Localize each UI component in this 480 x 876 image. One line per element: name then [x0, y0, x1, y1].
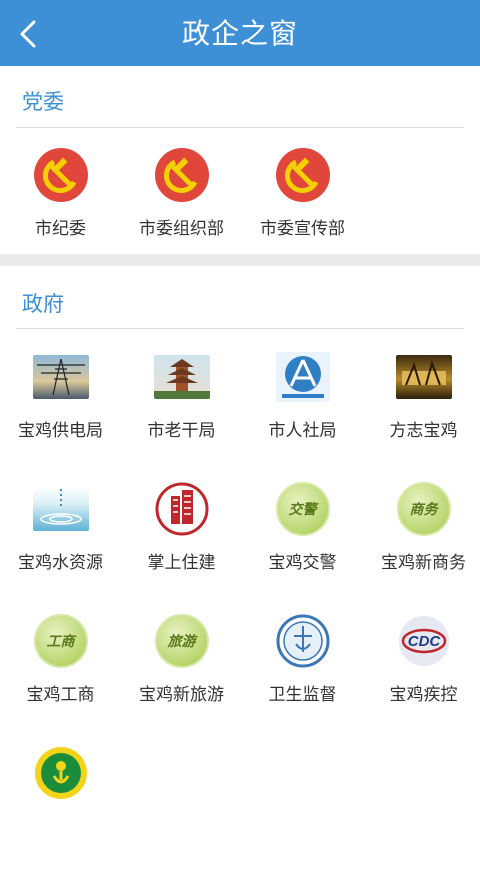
gov-item-canlian[interactable]: [0, 744, 121, 876]
gov-item-lvyou[interactable]: 旅游 宝鸡新旅游: [121, 612, 242, 744]
gov-item-label: 宝鸡新商务: [381, 553, 466, 573]
gov-item-label: 卫生监督: [268, 685, 337, 705]
tourism-badge-icon: 旅游: [153, 612, 211, 670]
divider: [16, 328, 464, 329]
gov-item-jiaojing[interactable]: 交警 宝鸡交警: [242, 480, 363, 612]
gov-item-label: 市老干局: [147, 421, 216, 441]
gov-item-label: 宝鸡疾控: [389, 685, 458, 705]
building-logo-icon: [153, 480, 211, 538]
gov-item-label: 宝鸡新旅游: [139, 685, 224, 705]
gov-item-zhujian[interactable]: 掌上住建: [121, 480, 242, 612]
gov-item-gongshang[interactable]: 工商 宝鸡工商: [0, 612, 121, 744]
party-item-label: 市委宣传部: [260, 219, 345, 239]
gov-item-label: 宝鸡工商: [26, 685, 95, 705]
cdc-logo-icon: CDC: [395, 612, 453, 670]
gov-item-label: 宝鸡交警: [268, 553, 337, 573]
gov-item-jikong[interactable]: CDC 宝鸡疾控: [363, 612, 480, 744]
commerce-badge-icon: 商务: [395, 480, 453, 538]
top-bar: 政企之窗: [0, 0, 480, 66]
gov-item-label: 宝鸡供电局: [18, 421, 103, 441]
industry-commerce-badge-icon: 工商: [32, 612, 90, 670]
gov-item-weisheng[interactable]: 卫生监督: [242, 612, 363, 744]
section-separator: [0, 254, 480, 266]
divider: [16, 127, 464, 128]
pavilion-photo-icon: [153, 348, 211, 406]
party-item-label: 市委组织部: [139, 219, 224, 239]
party-emblem-icon: [32, 146, 90, 204]
fangzhi-photo-icon: [395, 348, 453, 406]
party-item-label: 市纪委: [35, 219, 86, 239]
human-resources-logo-icon: [274, 348, 332, 406]
power-tower-photo-icon: [32, 348, 90, 406]
section-title-government: 政府: [22, 292, 64, 316]
water-drop-photo-icon: [32, 480, 90, 538]
gov-item-shangwu[interactable]: 商务 宝鸡新商务: [363, 480, 480, 612]
gov-item-label: 掌上住建: [147, 553, 216, 573]
party-item-zuzhibu[interactable]: 市委组织部: [121, 146, 242, 242]
gov-item-power[interactable]: 宝鸡供电局: [0, 348, 121, 480]
traffic-police-badge-icon: 交警: [274, 480, 332, 538]
party-item-xuanchuanbu[interactable]: 市委宣传部: [242, 146, 363, 242]
gov-item-laoganju[interactable]: 市老干局: [121, 348, 242, 480]
party-item-jiwei[interactable]: 市纪委: [0, 146, 121, 242]
gov-item-water[interactable]: 宝鸡水资源: [0, 480, 121, 612]
party-emblem-icon: [153, 146, 211, 204]
cdc-logo-text: CDC: [407, 633, 441, 650]
disabled-federation-logo-icon: [32, 744, 90, 802]
section-title-party: 党委: [22, 90, 64, 114]
gov-item-label: 市人社局: [268, 421, 337, 441]
gov-item-label: 宝鸡水资源: [18, 553, 103, 573]
gov-item-fangzhi[interactable]: 方志宝鸡: [363, 348, 480, 480]
page-title: 政企之窗: [181, 17, 298, 50]
gov-item-renshe[interactable]: 市人社局: [242, 348, 363, 480]
party-grid: 市纪委 市委组织部 市委宣传部: [0, 146, 480, 242]
gov-item-label: 方志宝鸡: [389, 421, 458, 441]
health-supervision-seal-icon: [274, 612, 332, 670]
government-grid: 宝鸡供电局 市老干局 市人社局 方志宝鸡 宝鸡水资源 掌上住建 交警 宝鸡交警 …: [0, 348, 480, 876]
party-emblem-icon: [274, 146, 332, 204]
